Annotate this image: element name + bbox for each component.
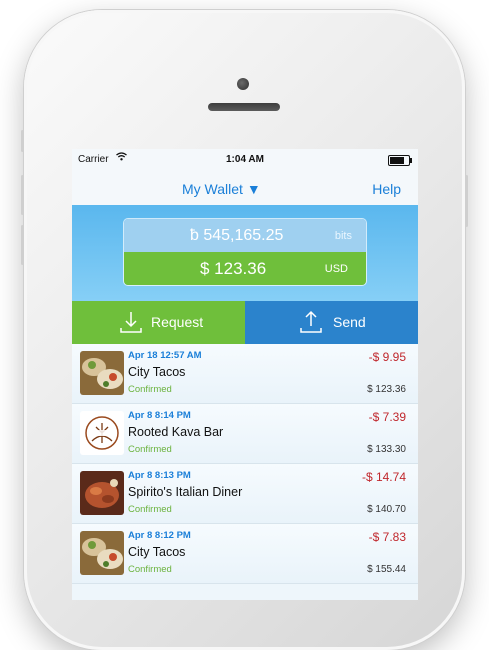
merchant-photo: [80, 471, 124, 515]
app-screen: Carrier 1:04 AM My Wallet ▼ Help ƀ 545,1…: [72, 149, 418, 600]
transaction-date: Apr 8 8:13 PM: [128, 470, 191, 481]
send-label: Send: [333, 314, 366, 330]
bits-balance-amount: ƀ 545,165.25: [190, 227, 284, 244]
transaction-status: Confirmed: [128, 504, 172, 515]
request-button[interactable]: Request: [72, 301, 245, 344]
balance-card[interactable]: ƀ 545,165.25 bits $ 123.36 USD: [124, 219, 366, 285]
download-icon: [118, 309, 144, 340]
balance-header: ƀ 545,165.25 bits $ 123.36 USD: [72, 205, 418, 301]
transaction-amount: -$ 7.39: [368, 410, 406, 424]
merchant-photo: [80, 531, 124, 575]
usd-unit-label: USD: [324, 263, 348, 275]
running-balance: $ 133.30: [367, 444, 406, 455]
wallet-selector[interactable]: My Wallet ▼: [182, 181, 261, 197]
transaction-amount: -$ 14.74: [361, 470, 406, 484]
bits-balance-row: ƀ 545,165.25 bits: [124, 219, 366, 252]
transaction-amount: -$ 9.95: [368, 350, 406, 364]
upload-icon: [298, 309, 324, 340]
transaction-status: Confirmed: [128, 564, 172, 575]
front-camera: [237, 78, 249, 90]
transaction-status: Confirmed: [128, 384, 172, 395]
transaction-row[interactable]: Apr 8 8:14 PM Rooted Kava Bar Confirmed …: [72, 404, 418, 464]
navigation-bar: Carrier 1:04 AM My Wallet ▼ Help: [72, 149, 418, 205]
merchant-photo: [80, 351, 124, 395]
bits-unit-label: bits: [334, 230, 352, 242]
volume-down-button: [21, 225, 24, 265]
merchant-name: Spirito's Italian Diner: [128, 485, 243, 499]
usd-balance-amount: $ 123.36: [200, 259, 267, 278]
transaction-row[interactable]: Apr 8 8:13 PM Spirito's Italian Diner Co…: [72, 464, 418, 524]
transaction-amount: -$ 7.83: [368, 530, 406, 544]
request-label: Request: [151, 314, 204, 330]
clock: 1:04 AM: [226, 154, 264, 165]
transaction-row[interactable]: Apr 8 8:12 PM City Tacos Confirmed -$ 7.…: [72, 524, 418, 584]
transaction-date: Apr 8 8:12 PM: [128, 530, 191, 541]
earpiece-speaker: [208, 103, 280, 111]
help-button[interactable]: Help: [372, 181, 401, 197]
battery-icon: [388, 155, 412, 166]
merchant-name: City Tacos: [128, 365, 186, 379]
running-balance: $ 155.44: [367, 564, 406, 575]
volume-up-button: [21, 175, 24, 215]
merchant-name: Rooted Kava Bar: [128, 425, 224, 439]
mute-switch: [21, 130, 24, 152]
transaction-list: Apr 18 12:57 AM City Tacos Confirmed -$ …: [72, 344, 418, 600]
usd-balance-row: $ 123.36 USD: [124, 252, 366, 285]
transaction-row[interactable]: Apr 18 12:57 AM City Tacos Confirmed -$ …: [72, 344, 418, 404]
power-button: [465, 175, 468, 227]
transaction-date: Apr 18 12:57 AM: [128, 350, 202, 361]
status-bar: Carrier 1:04 AM: [72, 149, 418, 171]
transaction-status: Confirmed: [128, 444, 172, 455]
running-balance: $ 123.36: [367, 384, 406, 395]
transaction-date: Apr 8 8:14 PM: [128, 410, 191, 421]
send-button[interactable]: Send: [245, 301, 418, 344]
running-balance: $ 140.70: [367, 504, 406, 515]
merchant-name: City Tacos: [128, 545, 186, 559]
merchant-logo: [80, 411, 124, 455]
action-bar: Request Send: [72, 301, 418, 344]
